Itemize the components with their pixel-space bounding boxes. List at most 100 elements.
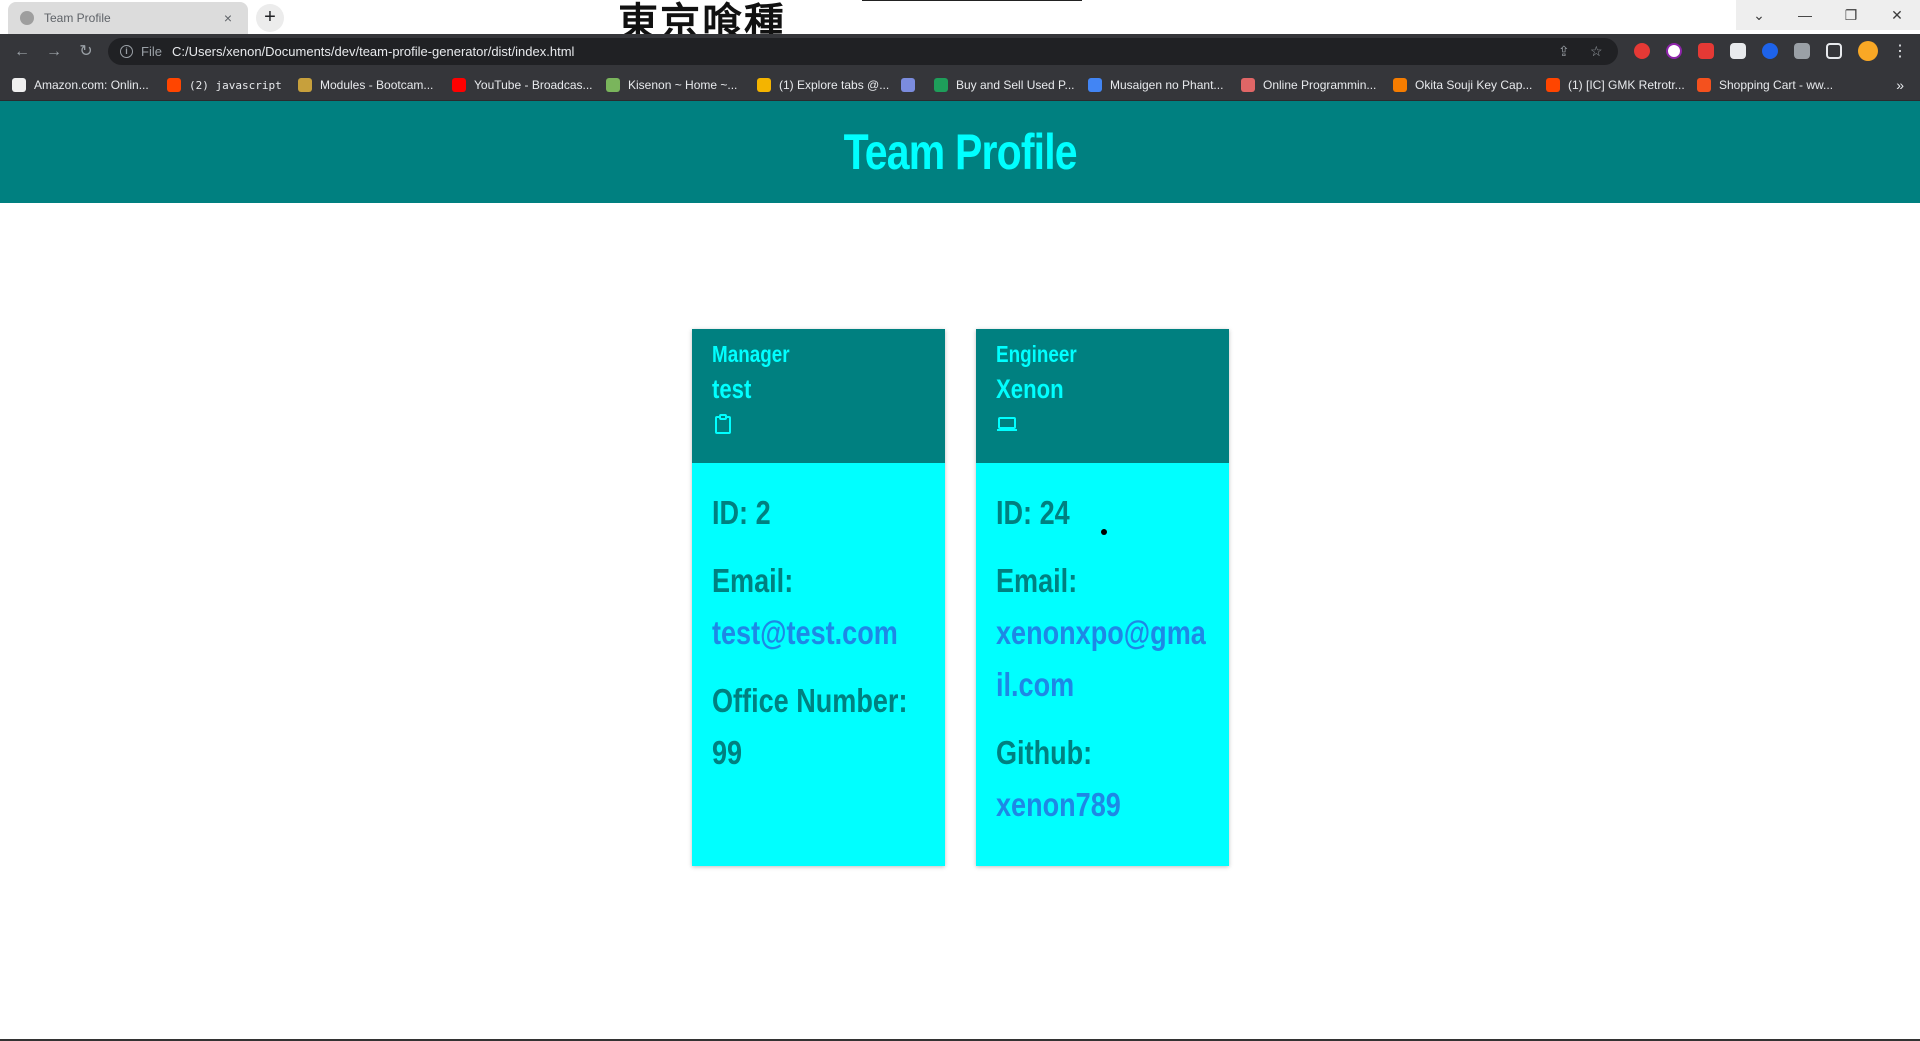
browser-toolbar: ← → ↻ i File C:/Users/xenon/Documents/de… [0,34,1920,69]
employee-role: Manager [712,341,790,367]
title-bar-artwork-text: 東京喰種 [618,0,786,34]
marketplace-icon [934,78,948,92]
email-field: Email: test@test.com [712,555,925,659]
google-icon [1088,78,1102,92]
mouse-cursor [1101,529,1107,535]
bookmark-label: Musaigen no Phant... [1110,78,1224,92]
globe-icon [20,11,34,25]
bootcamp-icon [298,78,312,92]
bookmark-item[interactable]: Okita Souji Key Cap... [1393,69,1532,101]
bookmark-star-icon[interactable]: ☆ [1590,38,1603,65]
office-number-field: Office Number: 99 [712,675,925,779]
harvard-icon [1241,78,1255,92]
bookmark-label: Amazon.com: Onlin... [34,78,149,92]
github-label: Github: [996,734,1093,771]
bookmarks-bar: Amazon.com: Onlin... (2) javascript Modu… [0,69,1920,101]
reddit-icon [167,78,181,92]
title-bar-artwork: 東京喰種 [618,0,862,34]
etsy-icon [1393,78,1407,92]
bookmark-label: Buy and Sell Used P... [956,78,1075,92]
extension-icon-4[interactable] [1730,43,1746,59]
manager-card: Manager test ID: 2 Email: test@test.com … [692,329,945,866]
card-header: Manager test [692,329,945,463]
tab-search-button[interactable]: ⌄ [1736,0,1782,30]
geekhack-icon [757,78,771,92]
bookmark-label: (1) Explore tabs @... [779,78,890,92]
bookmark-item[interactable]: (1) Explore tabs @... [757,69,889,101]
shopify-icon [606,78,620,92]
app-icon [901,78,915,92]
info-icon[interactable]: i [120,45,133,58]
more-bookmarks-button[interactable]: » [1896,69,1904,101]
clipboard-icon [715,414,731,434]
bookmark-label: (1) [IC] GMK Retrotr... [1568,78,1685,92]
bookmark-label: Modules - Bootcam... [320,78,434,92]
close-window-button[interactable]: ✕ [1874,0,1920,30]
bookmark-item[interactable] [901,69,923,101]
office-number-label: Office Number: [712,682,908,719]
forward-button[interactable]: → [42,40,66,64]
page-title: Team Profile [843,124,1077,180]
engineer-card: Engineer Xenon ID: 24 Email: xenonxpo@gm… [976,329,1229,866]
bookmark-item[interactable]: Modules - Bootcam... [298,69,433,101]
bookmark-item[interactable]: Kisenon ~ Home ~... [606,69,737,101]
address-scheme: File [141,44,162,59]
extension-icon-5[interactable] [1762,43,1778,59]
youtube-icon [452,78,466,92]
email-field: Email: xenonxpo@gmail.com [996,555,1209,711]
minimize-button[interactable]: — [1782,0,1828,30]
restore-button[interactable]: ❐ [1828,0,1874,30]
new-tab-button[interactable]: + [256,4,284,32]
card-body: ID: 2 Email: test@test.com Office Number… [692,463,945,779]
reddit-icon [1546,78,1560,92]
tab-strip: Team Profile × + 東京喰種 ⌄ — ❐ ✕ [0,0,1920,34]
bookmark-item[interactable]: YouTube - Broadcas... [452,69,593,101]
laptop-icon [997,417,1017,431]
email-label: Email: [712,562,794,599]
close-tab-icon[interactable]: × [220,10,236,26]
browser-tab[interactable]: Team Profile × [8,2,248,34]
card-header: Engineer Xenon [976,329,1229,463]
page-header: Team Profile [0,101,1920,203]
extension-icon-2[interactable] [1666,43,1682,59]
bookmark-label: Online Programmin... [1263,78,1377,92]
puzzle-icon[interactable] [1794,43,1810,59]
bookmark-label: Okita Souji Key Cap... [1415,78,1533,92]
email-link[interactable]: xenonxpo@gmail.com [996,614,1206,703]
avatar[interactable] [1858,41,1878,61]
title-bar-line [862,0,1082,1]
reload-button[interactable]: ↻ [74,40,98,64]
bookmark-label: (2) javascript [189,78,282,92]
address-bar[interactable]: i File C:/Users/xenon/Documents/dev/team… [108,38,1618,65]
bookmark-item[interactable]: Musaigen no Phant... [1088,69,1223,101]
bookmark-item[interactable]: Buy and Sell Used P... [934,69,1075,101]
bookmark-label: YouTube - Broadcas... [474,78,593,92]
side-panel-icon[interactable] [1826,43,1842,59]
back-button[interactable]: ← [10,40,34,64]
menu-kebab-icon[interactable]: ⋮ [1888,40,1912,64]
bookmark-label: Shopping Cart - ww... [1719,78,1834,92]
banggood-icon [1697,78,1711,92]
employee-role: Engineer [996,341,1077,367]
email-link[interactable]: test@test.com [712,614,898,651]
github-field: Github: xenon789 [996,727,1209,831]
bookmark-item[interactable]: Amazon.com: Onlin... [12,69,149,101]
page-content: Team Profile Manager test ID: 2 Email: t… [0,101,1920,1041]
employee-id: ID: 2 [712,494,771,531]
employee-name: test [712,374,752,404]
bookmark-label: Kisenon ~ Home ~... [628,78,738,92]
bookmark-item[interactable]: (1) [IC] GMK Retrotr... [1546,69,1685,101]
bookmark-item[interactable]: (2) javascript [167,69,282,101]
email-label: Email: [996,562,1078,599]
employee-name: Xenon [996,374,1064,404]
card-body: ID: 24 Email: xenonxpo@gmail.com Github:… [976,463,1229,831]
share-icon[interactable]: ⇪ [1558,38,1570,65]
extension-icon-3[interactable] [1698,43,1714,59]
bookmark-item[interactable]: Online Programmin... [1241,69,1376,101]
amazon-icon [12,78,26,92]
address-url[interactable]: C:/Users/xenon/Documents/dev/team-profil… [172,44,574,59]
extension-icon-1[interactable] [1634,43,1650,59]
github-link[interactable]: xenon789 [996,786,1121,823]
bookmark-item[interactable]: Shopping Cart - ww... [1697,69,1833,101]
office-number-value: 99 [712,734,743,771]
